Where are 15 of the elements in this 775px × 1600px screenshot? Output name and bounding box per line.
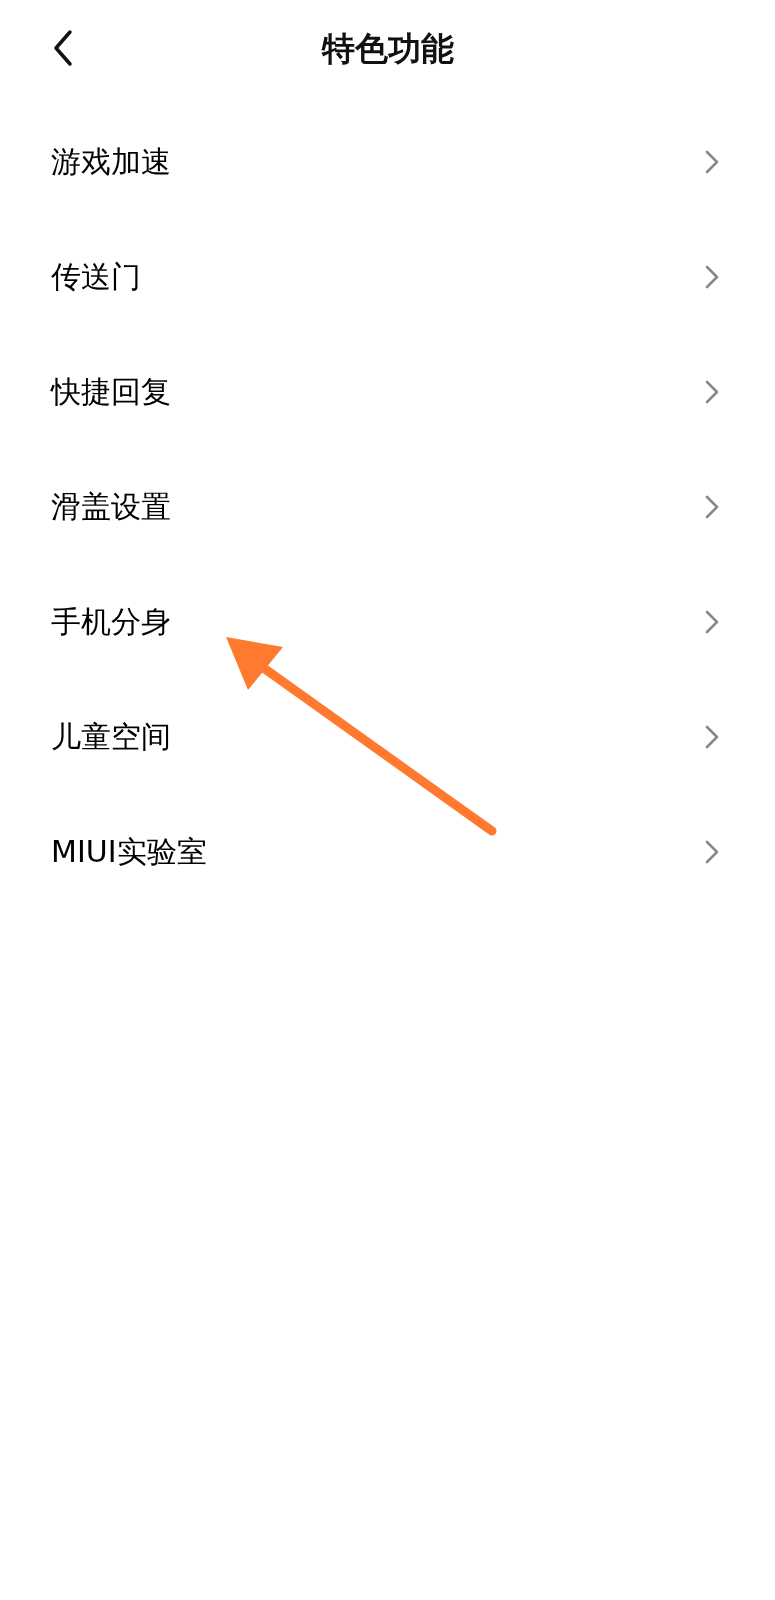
menu-item[interactable]: 儿童空间	[0, 679, 775, 794]
chevron-icon	[705, 264, 719, 289]
chevron-icon	[705, 494, 719, 519]
menu-item[interactable]: 手机分身	[0, 564, 775, 679]
menu-item[interactable]: 传送门	[0, 219, 775, 334]
chevron-icon	[705, 379, 719, 404]
menu-item[interactable]: MIUI实验室	[0, 794, 775, 909]
chevron-icon	[705, 839, 719, 864]
menu-item[interactable]: 滑盖设置	[0, 449, 775, 564]
page-title: 特色功能	[321, 31, 454, 65]
chevron-icon	[705, 149, 719, 174]
chevron-icon	[705, 724, 719, 749]
menu-item[interactable]: 快捷回复	[0, 334, 775, 449]
chevron-icon	[705, 609, 719, 634]
menu-item[interactable]: 游戏加速	[0, 104, 775, 219]
